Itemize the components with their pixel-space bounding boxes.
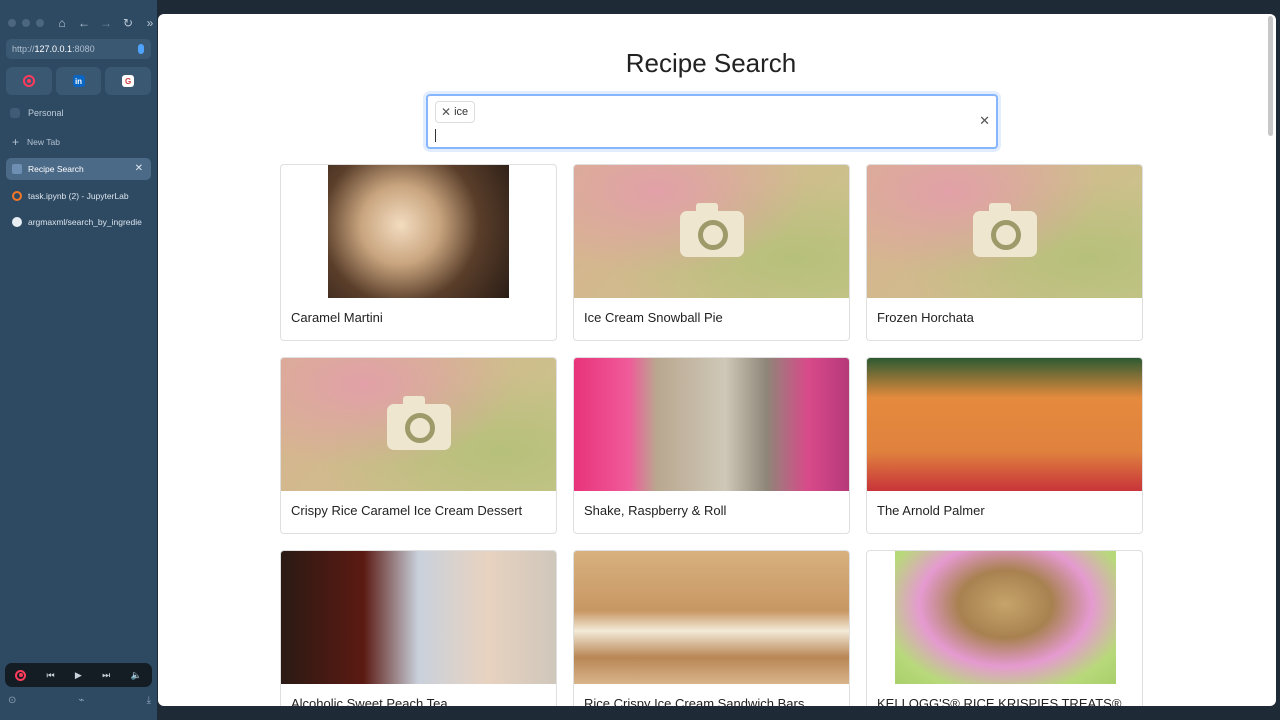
forward-icon[interactable]: → (100, 17, 112, 29)
space-icon (10, 108, 20, 118)
github-icon (12, 217, 22, 227)
reload-icon[interactable]: ↻ (122, 17, 134, 29)
new-tab-button[interactable]: + New Tab (12, 135, 60, 149)
more-icon[interactable]: » (144, 17, 156, 29)
url-host: 127.0.0.1 (34, 44, 73, 54)
volume-icon[interactable]: 🔈 (131, 670, 142, 681)
record-icon (22, 75, 35, 87)
url-prefix: http:// (12, 44, 35, 54)
settings-icon[interactable]: ⊙ (8, 695, 16, 706)
camera-icon (679, 202, 744, 257)
space-label[interactable]: Personal (10, 108, 64, 118)
recipe-name: KELLOGG'S® RICE KRISPIES TREATS® (877, 696, 1122, 706)
recipe-card[interactable]: Frozen Horchata (866, 164, 1143, 341)
recipe-name: Frozen Horchata (877, 310, 974, 325)
recipe-image (281, 165, 556, 298)
tab-recipe-search[interactable]: Recipe Search ✕ (6, 158, 151, 180)
recipe-name: Shake, Raspberry & Roll (584, 503, 727, 518)
clear-search-icon[interactable]: ✕ (979, 113, 990, 129)
recipe-name: Ice Cream Snowball Pie (584, 310, 723, 325)
recipe-card[interactable]: Ice Cream Snowball Pie (573, 164, 850, 341)
browser-sidebar: ⌂ ← → ↻ » http://127.0.0.1:8080 in G Per… (0, 0, 157, 720)
camera-icon (386, 395, 451, 450)
recipe-image (281, 551, 556, 684)
page-scrollbar[interactable] (1268, 16, 1273, 136)
media-player: ⏮ ▶ ⏭ 🔈 (5, 663, 152, 687)
gmail-icon: G (122, 75, 135, 87)
window-controls: ⌂ ← → ↻ » (8, 14, 153, 32)
download-icon[interactable]: ⤓ (147, 695, 151, 706)
recipe-card[interactable]: KELLOGG'S® RICE KRISPIES TREATS® (866, 550, 1143, 706)
pinned-tab-linkedin[interactable]: in (55, 67, 102, 95)
recipe-image (867, 358, 1142, 491)
close-tab-icon[interactable]: ✕ (135, 158, 143, 180)
recipe-image (867, 165, 1142, 298)
recipe-name: The Arnold Palmer (877, 503, 985, 518)
recipe-image (574, 551, 849, 684)
ingredient-search-input[interactable]: ✕ ice ✕ (426, 94, 998, 149)
recipe-card[interactable]: Shake, Raspberry & Roll (573, 357, 850, 534)
sidebar-toggle-icon[interactable]: ⌂ (56, 17, 68, 29)
page-title: Recipe Search (625, 48, 797, 78)
recipe-image (867, 551, 1142, 684)
jupyter-icon (12, 191, 22, 201)
linkedin-icon: in (72, 75, 85, 87)
recipe-name: Rice Crispy Ice Cream Sandwich Bars (584, 696, 805, 706)
recipe-image (574, 165, 849, 298)
ingredient-chip[interactable]: ✕ ice (435, 101, 476, 123)
text-caret (435, 129, 436, 142)
url-port: :8080 (72, 44, 95, 54)
recipe-card[interactable]: Alcoholic Sweet Peach Tea (280, 550, 557, 706)
recipe-image (574, 358, 849, 491)
sidebar-footer: ⊙ ⌁ ⤓ (8, 695, 151, 706)
back-icon[interactable]: ← (78, 17, 90, 29)
recipe-name: Crispy Rice Caramel Ice Cream Dessert (291, 503, 523, 518)
tab-github[interactable]: argmaxml/search_by_ingredie (6, 211, 151, 233)
recipe-name: Caramel Martini (291, 310, 383, 325)
next-track-icon[interactable]: ⏭ (102, 670, 110, 681)
web-page: Recipe Search ✕ ice ✕ Caramel Martini Ic… (158, 14, 1276, 706)
recipe-name: Alcoholic Sweet Peach Tea (291, 696, 448, 706)
recipe-card[interactable]: Rice Crispy Ice Cream Sandwich Bars (573, 550, 850, 706)
page-favicon-icon (12, 164, 22, 174)
recipe-image (281, 358, 556, 491)
pinned-tabs: in G (6, 67, 152, 95)
tab-jupyterlab[interactable]: task.ipynb (2) - JupyterLab (6, 185, 151, 207)
traffic-lights[interactable] (8, 19, 44, 27)
play-icon[interactable]: ▶ (75, 670, 82, 681)
shield-icon[interactable] (138, 44, 144, 54)
previous-track-icon[interactable]: ⏮ (46, 670, 54, 681)
pinned-tab-gmail[interactable]: G (105, 67, 152, 95)
link-icon[interactable]: ⌁ (78, 695, 84, 706)
pinned-tab-recorder[interactable] (6, 67, 52, 95)
recipe-card[interactable]: Caramel Martini (280, 164, 557, 341)
record-icon[interactable] (15, 669, 27, 681)
remove-chip-icon[interactable]: ✕ (441, 102, 451, 122)
plus-icon: + (12, 135, 20, 149)
address-bar[interactable]: http://127.0.0.1:8080 (6, 39, 151, 59)
recipe-card[interactable]: Crispy Rice Caramel Ice Cream Dessert (280, 357, 557, 534)
recipe-card[interactable]: The Arnold Palmer (866, 357, 1143, 534)
camera-icon (972, 202, 1037, 257)
